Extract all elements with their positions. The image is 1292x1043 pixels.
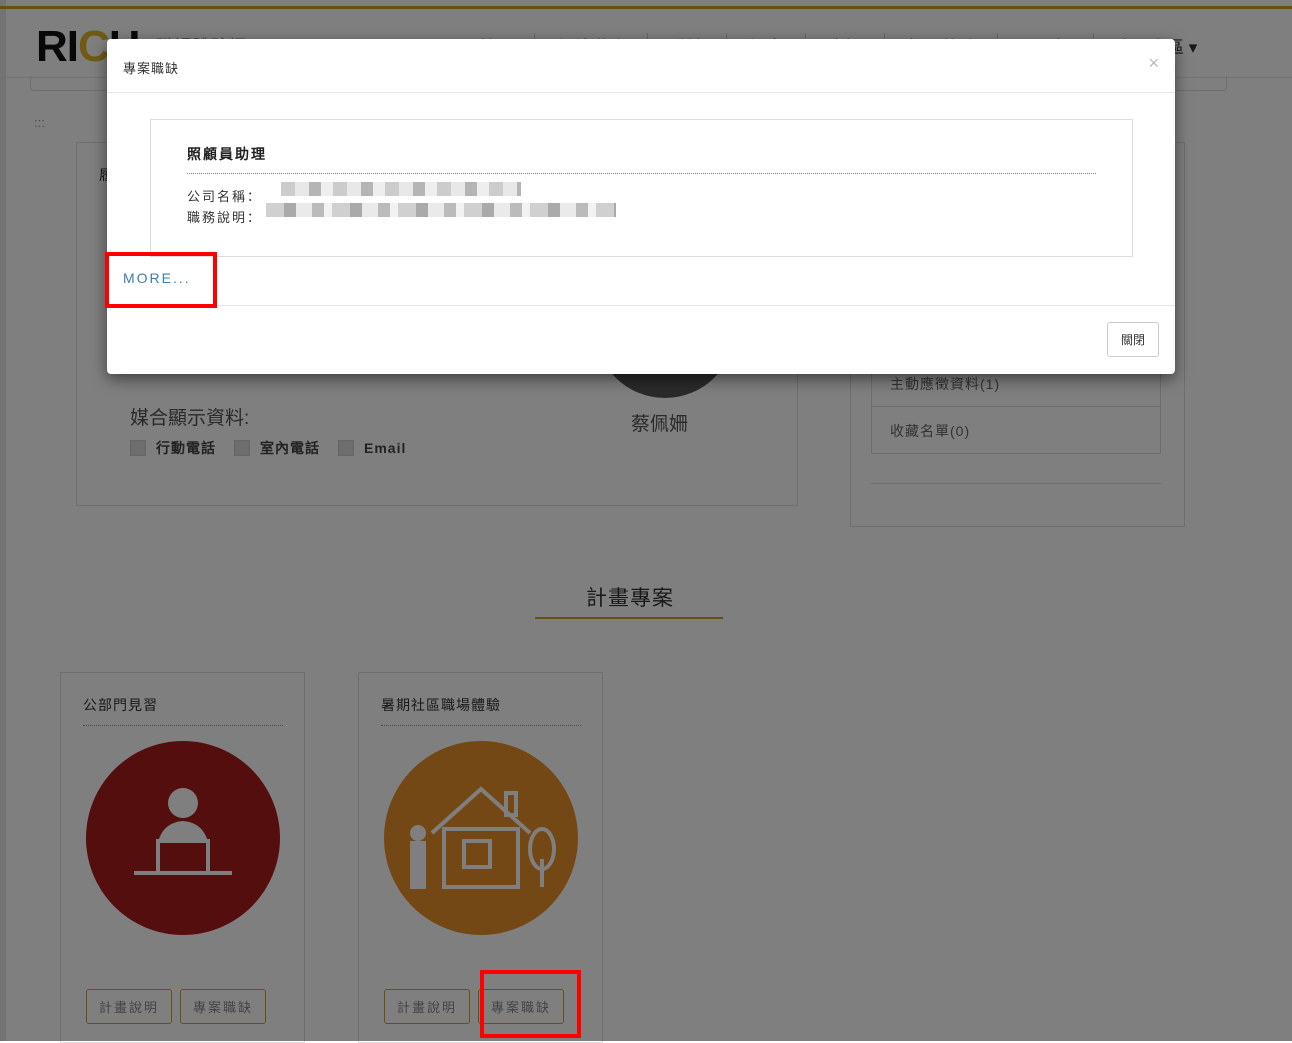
project-jobs-modal: 專案職缺 × 照顧員助理 公司名稱： 職務說明： MORE... 關閉 (107, 39, 1175, 374)
redacted-company-name (281, 182, 521, 196)
highlight-more-link (105, 252, 217, 308)
modal-header: 專案職缺 × (107, 39, 1175, 93)
description-label: 職務說明： (187, 210, 263, 225)
close-icon[interactable]: × (1148, 53, 1159, 74)
job-title[interactable]: 照顧員助理 (187, 144, 267, 164)
redacted-description (266, 203, 616, 217)
modal-title: 專案職缺 (123, 61, 180, 76)
company-label: 公司名稱： (187, 189, 263, 204)
highlight-project-jobs-button (480, 970, 581, 1038)
modal-footer: 關閉 (107, 305, 1175, 375)
job-listing[interactable]: 照顧員助理 公司名稱： 職務說明： (150, 119, 1133, 257)
divider (187, 173, 1096, 174)
close-button[interactable]: 關閉 (1106, 322, 1159, 357)
